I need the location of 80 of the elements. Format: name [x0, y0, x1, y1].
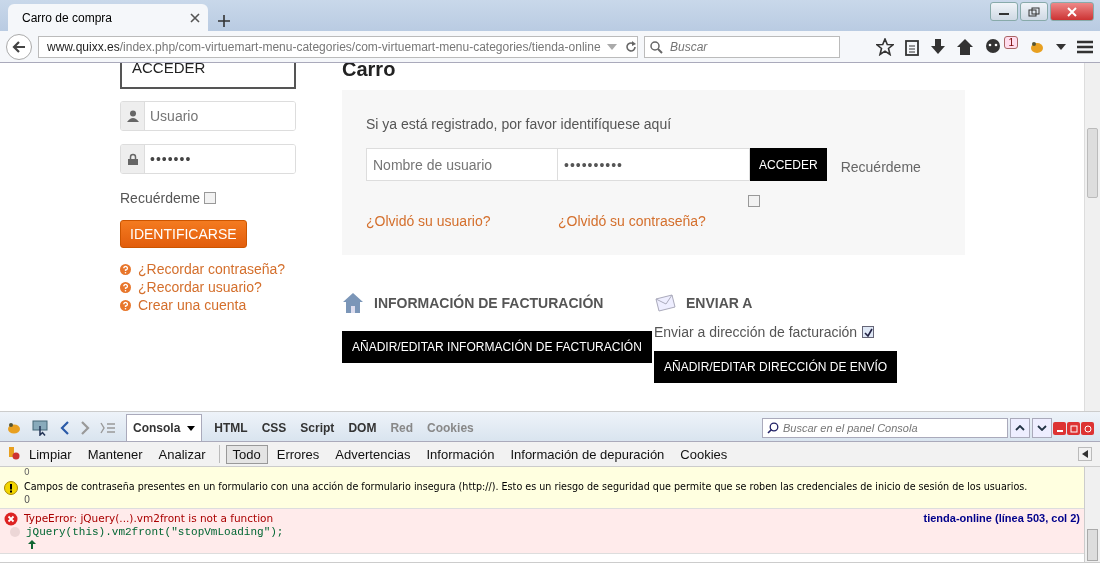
sidebar-link[interactable]: ¿Recordar contraseña?: [138, 261, 286, 277]
remember-label: Recuérdeme: [840, 159, 921, 175]
billing-title: INFORMACIÓN DE FACTURACIÓN: [374, 295, 604, 311]
shipping-title: ENVIAR A: [686, 295, 753, 311]
lock-icon: [127, 153, 138, 165]
caret-icon[interactable]: [187, 425, 196, 431]
url-text: www.quixx.es/index.php/com-virtuemart-menu-categories/com-virtuemart-menu-categories/tienda-online: [47, 39, 601, 54]
help-icon: [120, 299, 131, 311]
login-button[interactable]: ACCEDER: [120, 63, 296, 89]
remember-checkbox[interactable]: [204, 192, 217, 204]
user-icon: [126, 110, 139, 122]
filter-tab[interactable]: Advertencias: [328, 444, 418, 464]
username-field[interactable]: Usuario: [120, 101, 296, 131]
panel-tab[interactable]: CSS: [259, 415, 289, 441]
edit-shipping-button[interactable]: AÑADIR/EDITAR DIRECCIÓN DE ENVÍO: [654, 351, 898, 383]
panel-tab[interactable]: HTML: [212, 415, 250, 441]
download-icon[interactable]: [930, 37, 947, 56]
same-address-checkbox[interactable]: [862, 326, 875, 338]
pointer-arrow-icon: [28, 540, 36, 549]
remember-checkbox[interactable]: [748, 195, 760, 207]
username-field[interactable]: Nombre de usuario: [366, 148, 558, 181]
next-icon[interactable]: [1032, 418, 1052, 438]
filter-tab[interactable]: Información: [419, 444, 502, 464]
filter-tab[interactable]: Errores: [269, 444, 327, 464]
menu-icon[interactable]: [1076, 39, 1094, 54]
scrollbar[interactable]: [1084, 467, 1100, 562]
console-action[interactable]: Analizar: [151, 444, 213, 464]
warning-text: Campos de contraseña presentes en un formulario con una acción de formulario insegura (http://). Esto es un riesgo de seguridad que permite que se roben las credenciales de inicio de sesión de los usuarios.: [24, 481, 1029, 492]
house-icon: [342, 292, 364, 314]
error-text: TypeError: jQuery(...).vm2front is not a function: [24, 512, 274, 524]
chat-icon[interactable]: [984, 37, 1003, 56]
star-icon[interactable]: [876, 37, 895, 56]
error-icon: [4, 512, 18, 526]
filter-tab[interactable]: Todo: [225, 444, 268, 464]
restore-icon[interactable]: [1020, 2, 1048, 21]
filter-tab[interactable]: Cookies: [673, 444, 735, 464]
detach-icon[interactable]: [1067, 422, 1080, 435]
console-action[interactable]: Limpiar: [22, 444, 79, 464]
edit-billing-button[interactable]: AÑADIR/EDITAR INFORMACIÓN DE FACTURACIÓN: [342, 331, 652, 363]
scroll-left-icon[interactable]: [1078, 447, 1092, 461]
search-icon: [650, 40, 663, 54]
filter-tab[interactable]: Información de depuración: [503, 444, 672, 464]
panel-tab[interactable]: Script: [298, 415, 337, 441]
panel-tab[interactable]: Consola: [126, 414, 203, 441]
back-icon[interactable]: [6, 33, 32, 60]
source-link[interactable]: tienda-online (línea 503, col 2): [923, 512, 1080, 524]
sidebar-link[interactable]: Crear una cuenta: [138, 297, 247, 313]
new-tab-icon[interactable]: [218, 15, 230, 27]
login-intro: Si ya está registrado, por favor identifíquese aquí: [366, 116, 673, 132]
warning-icon: [4, 481, 18, 495]
browser-tab[interactable]: Carro de compra: [8, 4, 208, 31]
notification-badge[interactable]: 1: [1004, 36, 1018, 49]
panel-tab[interactable]: DOM: [346, 415, 379, 441]
password-field[interactable]: ••••••••••: [558, 148, 750, 181]
same-address-label: Enviar a dirección de facturación: [654, 324, 858, 340]
tab-title: Carro de compra: [22, 10, 113, 25]
password-field[interactable]: •••••••: [120, 144, 296, 174]
caret-icon[interactable]: [1056, 43, 1066, 50]
console-value: 0: [24, 494, 32, 505]
console-value: 0: [24, 467, 30, 478]
remember-label: Recuérdeme: [120, 190, 201, 206]
close-window-icon[interactable]: [1050, 2, 1094, 21]
help-icon: [120, 281, 131, 293]
minimize-icon[interactable]: [990, 2, 1018, 21]
login-button[interactable]: ACCEDER: [750, 148, 827, 181]
home-icon[interactable]: [956, 37, 975, 56]
console-action[interactable]: Mantener: [80, 444, 150, 464]
close-tab-icon[interactable]: [190, 12, 200, 23]
code-line: jQuery(this).vm2front("stopVmLoading");: [26, 526, 284, 538]
sidebar-link[interactable]: ¿Recordar usuario?: [138, 279, 262, 295]
scrollbar[interactable]: [1084, 63, 1100, 411]
address-bar[interactable]: www.quixx.es/index.php/com-virtuemart-menu-categories/com-virtuemart-menu-categories/tienda-online: [38, 35, 638, 58]
envelope-icon: [654, 294, 676, 312]
previous-icon[interactable]: [1010, 418, 1030, 438]
search-icon: [767, 422, 779, 434]
clipboard-icon[interactable]: [904, 37, 921, 56]
help-icon: [120, 263, 131, 275]
search-field[interactable]: Buscar: [644, 35, 840, 58]
close-icon[interactable]: [1081, 422, 1094, 435]
console-search-field[interactable]: Buscar en el panel Consola: [762, 418, 1008, 438]
